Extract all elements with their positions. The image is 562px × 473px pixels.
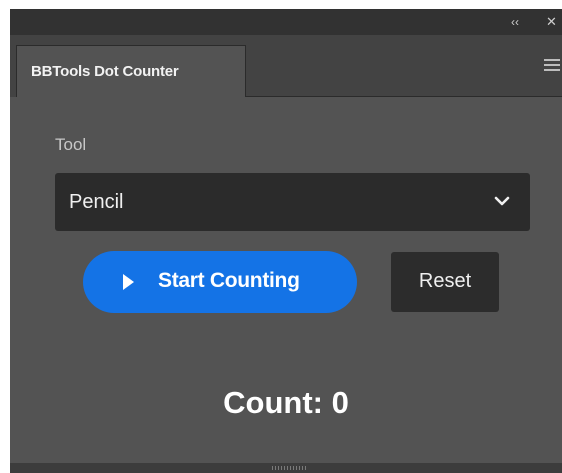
tool-select-value: Pencil [69, 191, 124, 213]
resize-grip[interactable] [272, 466, 308, 470]
tab-bbtools-dot-counter[interactable]: BBTools Dot Counter [16, 45, 246, 98]
play-icon [123, 274, 134, 290]
hamburger-menu-icon[interactable] [544, 59, 560, 73]
tab-label: BBTools Dot Counter [31, 63, 179, 80]
count-display: Count: 0 [223, 385, 349, 420]
panel-footer [10, 463, 562, 473]
tab-bar: BBTools Dot Counter [10, 35, 562, 98]
tool-label: Tool [55, 135, 87, 154]
reset-label: Reset [418, 270, 472, 292]
close-icon[interactable]: ✕ [546, 14, 562, 30]
double-chevron-left-icon[interactable]: ‹‹ [506, 14, 524, 30]
panel-content: Tool Pencil Start Counting Reset Count: … [10, 97, 562, 463]
panel-header-strip: ‹‹ ✕ [10, 9, 562, 35]
panel: ‹‹ ✕ BBTools Dot Counter Tool Pencil Sta… [10, 9, 562, 473]
tool-select[interactable]: Pencil [55, 173, 530, 231]
chevron-down-icon [494, 196, 510, 206]
start-counting-button[interactable]: Start Counting [83, 251, 357, 313]
start-counting-label: Start Counting [158, 269, 300, 292]
reset-button[interactable]: Reset [391, 252, 499, 312]
